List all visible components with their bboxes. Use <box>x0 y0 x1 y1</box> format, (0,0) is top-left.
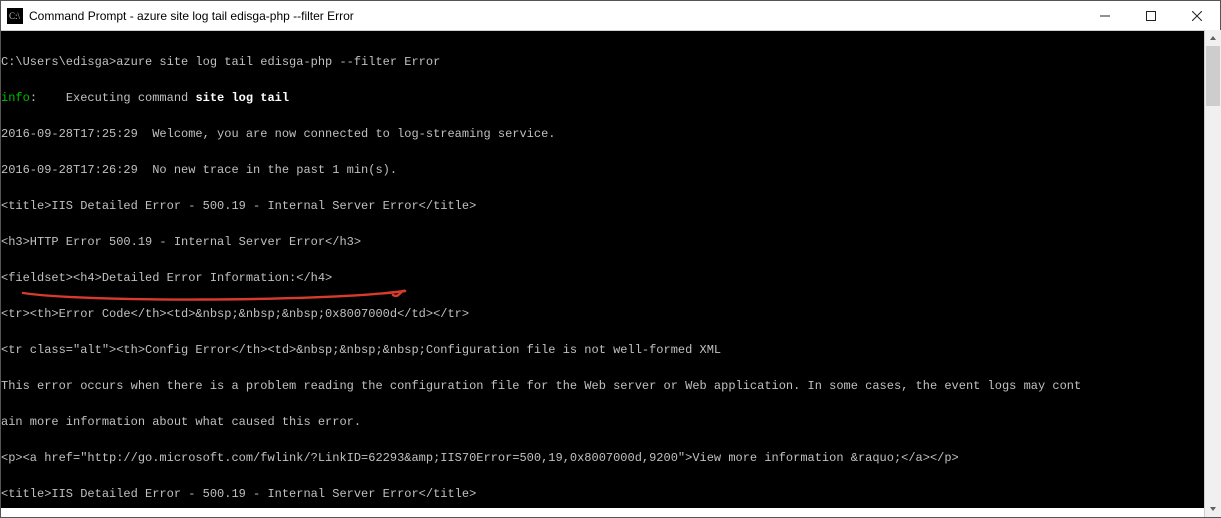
prompt-path: C:\Users\edisga> <box>1 55 116 69</box>
log-line: <fieldset><h4>Detailed Error Information… <box>1 269 1220 287</box>
scroll-up-arrow-icon[interactable] <box>1205 30 1221 46</box>
prompt-command: azure site log tail edisga-php --filter … <box>116 55 440 69</box>
close-button[interactable] <box>1174 1 1220 31</box>
log-line: <title>IIS Detailed Error - 500.19 - Int… <box>1 485 1220 503</box>
svg-text:C:\: C:\ <box>9 11 21 21</box>
client-area: C:\Users\edisga>azure site log tail edis… <box>1 31 1220 517</box>
minimize-button[interactable] <box>1082 1 1128 31</box>
cmd-icon: C:\ <box>7 8 23 24</box>
maximize-button[interactable] <box>1128 1 1174 31</box>
info-label: info <box>1 91 30 105</box>
info-line: info: Executing command site log tail <box>1 89 1220 107</box>
log-line: 2016-09-28T17:25:29 Welcome, you are now… <box>1 125 1220 143</box>
window-title: Command Prompt - azure site log tail edi… <box>29 9 354 23</box>
log-line: <title>IIS Detailed Error - 500.19 - Int… <box>1 197 1220 215</box>
command-prompt-window: C:\ Command Prompt - azure site log tail… <box>0 0 1221 518</box>
vertical-scrollbar[interactable] <box>1204 30 1221 517</box>
log-line: <p><a href="http://go.microsoft.com/fwli… <box>1 449 1220 467</box>
scroll-down-arrow-icon[interactable] <box>1205 501 1221 517</box>
log-line: ain more information about what caused t… <box>1 413 1220 431</box>
log-line: <tr><th>Error Code</th><td>&nbsp;&nbsp;&… <box>1 305 1220 323</box>
log-line: This error occurs when there is a proble… <box>1 377 1220 395</box>
red-underline-annotation <box>21 287 411 307</box>
info-colon: : <box>30 91 37 105</box>
log-line: <h3>HTTP Error 500.19 - Internal Server … <box>1 233 1220 251</box>
info-cmd: site log tail <box>195 91 289 105</box>
log-line: 2016-09-28T17:26:29 No new trace in the … <box>1 161 1220 179</box>
scroll-thumb[interactable] <box>1206 46 1220 106</box>
prompt-line: C:\Users\edisga>azure site log tail edis… <box>1 53 1220 71</box>
console-output[interactable]: C:\Users\edisga>azure site log tail edis… <box>1 31 1220 508</box>
log-line: <tr class="alt"><th>Config Error</th><td… <box>1 341 1220 359</box>
info-text: Executing command <box>37 91 195 105</box>
titlebar[interactable]: C:\ Command Prompt - azure site log tail… <box>1 1 1220 31</box>
